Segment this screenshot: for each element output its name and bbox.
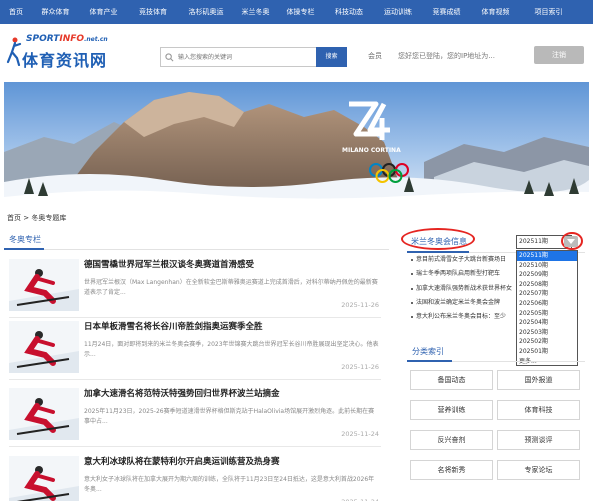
section-title-categories[interactable]: 分类索引 <box>412 346 444 357</box>
article-item[interactable]: 日本单板滑雪名将长谷川帝胜剑指奥运赛季全胜 11月24日，面对即将到来的米兰冬奥… <box>4 318 389 380</box>
section-title-milan-info[interactable]: 米兰冬奥会信息 <box>411 236 467 247</box>
article-title[interactable]: 加拿大速滑名将范特沃特强势回归世界杯波兰站摘金 <box>84 387 384 399</box>
section-accent <box>4 248 44 250</box>
category-button[interactable]: 营养训练 <box>410 400 493 420</box>
article-date: 2025-11-24 <box>341 430 379 438</box>
member-message: 您好您已登陆，您的IP地址为... <box>398 52 495 60</box>
issue-option[interactable]: 202501期 <box>517 347 577 357</box>
category-button[interactable]: 备国动态 <box>410 370 493 390</box>
issue-option[interactable]: 202509期 <box>517 270 577 280</box>
article-item[interactable]: 德国雪橇世界冠军兰根汉谈冬奥赛道首滑感受 世界冠军兰根汉（Max Langenh… <box>4 256 389 318</box>
section-accent <box>407 251 469 253</box>
nav-item-tech[interactable]: 科技动态 <box>324 0 374 24</box>
bullet-icon <box>411 287 413 290</box>
article-desc: 意大利女子冰球队将在加拿大展开为期六周的训练，全队将于11月23日至24日抵达，… <box>84 476 375 493</box>
category-button[interactable]: 专家论坛 <box>497 460 580 480</box>
search-box <box>160 47 316 67</box>
nav-item-index[interactable]: 项目索引 <box>520 0 577 24</box>
svg-text:MILANO CORTINA: MILANO CORTINA <box>342 147 401 154</box>
dropdown-arrow-button[interactable] <box>564 236 578 247</box>
athlete-logo-icon <box>6 37 22 66</box>
article-title[interactable]: 德国雪橇世界冠军兰根汉谈冬奥赛道首滑感受 <box>84 258 384 270</box>
article-item[interactable]: 加拿大速滑名将范特沃特强势回归世界杯波兰站摘金 2025年11月23日，2025… <box>4 385 389 447</box>
news-item[interactable]: 意目前式滑雪女子大跳台新赛场日 <box>411 254 515 265</box>
article-item[interactable]: 意大利冰球队将在蒙特利尔开启奥运训练营及热身赛 意大利女子冰球队将在加拿大展开为… <box>4 453 389 501</box>
news-item[interactable]: 法国和波兰确定米兰冬奥会金牌 <box>411 297 515 308</box>
article-divider <box>9 379 381 380</box>
article-desc: 2025年11月23日，2025-26赛季短道速滑世界杯格但斯克站于HalaOl… <box>84 408 375 425</box>
article-title[interactable]: 意大利冰球队将在蒙特利尔开启奥运训练营及热身赛 <box>84 455 384 467</box>
issue-option[interactable]: 202505期 <box>517 309 577 319</box>
nav-item-gymnastics[interactable]: 体操专栏 <box>277 0 324 24</box>
banner-image: MILANO CORTINA <box>4 82 589 208</box>
article-date: 2025-11-26 <box>341 301 379 309</box>
issue-option[interactable]: 202511期 <box>517 251 577 261</box>
header: SPORTINFO.net.cn 体育资讯网 搜索 会员 您好您已登陆，您的IP… <box>0 24 593 80</box>
issue-option[interactable]: 202502期 <box>517 337 577 347</box>
issue-option[interactable]: 202510期 <box>517 261 577 271</box>
bullet-icon <box>411 258 413 261</box>
nav-item-milan-winter[interactable]: 米兰冬奥 <box>234 0 277 24</box>
article-divider <box>9 446 381 447</box>
article-title[interactable]: 日本单板滑雪名将长谷川帝胜剑指奥运赛季全胜 <box>84 320 384 332</box>
issue-option[interactable]: 202503期 <box>517 328 577 338</box>
section-divider <box>4 249 389 250</box>
category-button[interactable]: 预测谈评 <box>497 430 580 450</box>
category-button[interactable]: 体育科技 <box>497 400 580 420</box>
logo-chinese: 体育资讯网 <box>22 51 108 70</box>
section-accent <box>407 360 452 362</box>
article-date: 2025-11-26 <box>341 363 379 371</box>
logo-english: SPORTINFO.net.cn <box>26 34 108 44</box>
bullet-icon <box>411 301 413 304</box>
nav-item-sports-industry[interactable]: 体育产业 <box>79 0 128 24</box>
member-status: 会员 您好您已登陆，您的IP地址为... <box>368 51 528 63</box>
section-title-winter[interactable]: 冬奥专栏 <box>9 234 41 245</box>
member-label: 会员 <box>368 52 382 60</box>
nav-item-home[interactable]: 首页 <box>0 0 32 24</box>
news-item[interactable]: 意大利公布米兰冬奥会目标：至少 <box>411 311 515 322</box>
search-icon <box>165 53 174 62</box>
search-button[interactable]: 搜索 <box>316 47 347 67</box>
logout-button[interactable]: 注销 <box>534 46 584 64</box>
search-bar: 搜索 <box>160 47 350 67</box>
nav-item-results[interactable]: 竞赛成绩 <box>422 0 471 24</box>
article-desc: 11月24日，面对即将到来的米兰冬奥会赛季，2023年世锦赛大跳台世界冠军长谷川… <box>84 341 379 358</box>
issue-dropdown-list: 202511期 202510期 202509期 202508期 202507期 … <box>516 250 578 366</box>
nav-item-training[interactable]: 运动训练 <box>374 0 422 24</box>
article-thumbnail[interactable] <box>9 259 79 311</box>
news-item[interactable]: 瑞士冬季两项队启用新型打靶车 <box>411 268 515 279</box>
issue-option[interactable]: 202504期 <box>517 318 577 328</box>
issue-option[interactable]: 202508期 <box>517 280 577 290</box>
article-thumbnail[interactable] <box>9 321 79 373</box>
article-desc: 世界冠军兰根汉（Max Langenhan）在全新软金巴斯蒂雅奥运赛道上完成首滑… <box>84 279 378 296</box>
site-logo[interactable]: SPORTINFO.net.cn 体育资讯网 <box>6 34 114 74</box>
article-thumbnail[interactable] <box>9 388 79 440</box>
article-thumbnail[interactable] <box>9 456 79 501</box>
news-item[interactable]: 加拿大速滑队强势新战术获世界杯女 <box>411 283 515 294</box>
chevron-down-icon <box>567 239 575 244</box>
category-button[interactable]: 反兴奋剂 <box>410 430 493 450</box>
nav-item-videos[interactable]: 体育视频 <box>471 0 520 24</box>
category-button[interactable]: 名将新秀 <box>410 460 493 480</box>
issue-option[interactable]: 202506期 <box>517 299 577 309</box>
bullet-icon <box>411 315 413 318</box>
issue-option[interactable]: 202507期 <box>517 289 577 299</box>
bullet-icon <box>411 272 413 275</box>
nav-item-la-olympics[interactable]: 洛杉矶奥运 <box>178 0 234 24</box>
top-nav: 首页 群众体育 体育产业 竞技体育 洛杉矶奥运 米兰冬奥 体操专栏 科技动态 运… <box>0 0 593 24</box>
nav-item-mass-sports[interactable]: 群众体育 <box>32 0 79 24</box>
category-button[interactable]: 国外报道 <box>497 370 580 390</box>
breadcrumb[interactable]: 首页 > 冬奥专题库 <box>7 213 66 223</box>
nav-item-competitive-sports[interactable]: 竞技体育 <box>128 0 178 24</box>
search-input[interactable] <box>178 51 313 64</box>
